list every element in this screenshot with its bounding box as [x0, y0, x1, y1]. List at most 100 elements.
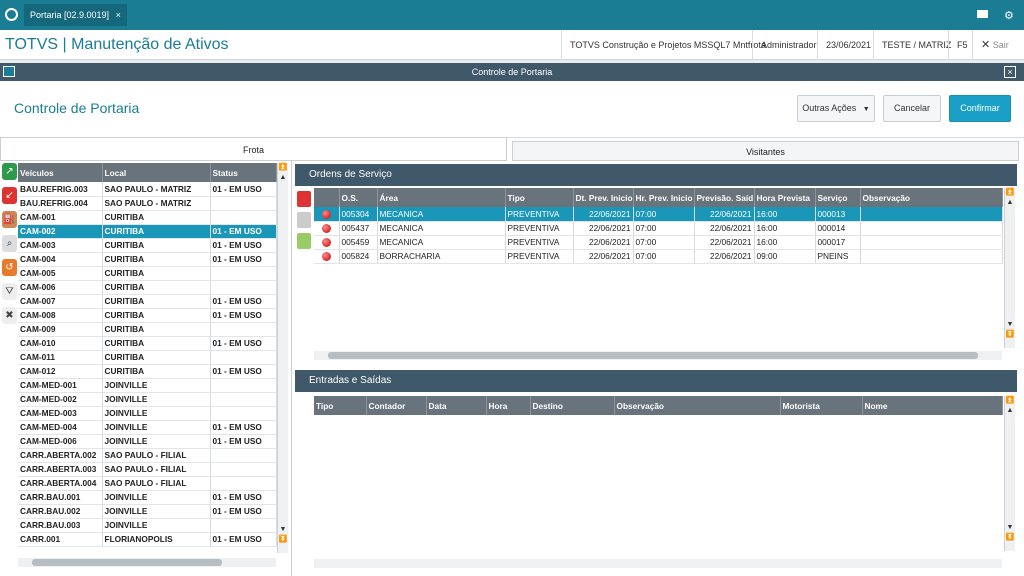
entries-column-header[interactable]: Contador [366, 396, 427, 415]
table-row[interactable]: CAM-007 CURITIBA 01 - EM USO [18, 294, 277, 309]
orders-column-header[interactable]: O.S. [339, 188, 378, 207]
gas-pump-icon[interactable]: ⛽ [2, 211, 17, 228]
table-row[interactable]: CAM-011 CURITIBA [18, 350, 277, 365]
table-cell: CURITIBA [102, 322, 211, 337]
scroll-down-icon[interactable]: ▼ [1005, 320, 1015, 330]
entries-column-header[interactable]: Nome [862, 396, 1003, 415]
scroll-bottom-icon[interactable]: ⏬ [1005, 330, 1015, 340]
table-row[interactable]: BAU.REFRIG.004 SAO PAULO - MATRIZ [18, 196, 277, 211]
table-row[interactable]: CAM-010 CURITIBA 01 - EM USO [18, 336, 277, 351]
tab-frota[interactable]: Frota [0, 137, 507, 161]
scroll-up-icon[interactable]: ▲ [278, 173, 288, 183]
table-row[interactable]: CARR.BAU.003 JOINVILLE [18, 518, 277, 533]
other-actions-button[interactable]: Outras Ações ▼ [797, 95, 875, 122]
entry-icon[interactable]: ↗ [2, 163, 17, 180]
entries-column-header[interactable]: Tipo [314, 396, 367, 415]
table-row[interactable]: CAM-MED-006 JOINVILLE 01 - EM USO [18, 434, 277, 449]
date-info[interactable]: 23/06/2021 [817, 30, 879, 60]
table-row[interactable]: CARR.ABERTA.002 SAO PAULO - FILIAL [18, 448, 277, 463]
stack-icon[interactable] [297, 212, 311, 228]
table-row[interactable]: CAM-005 CURITIBA [18, 266, 277, 281]
table-row[interactable]: 005437 MECANICA PREVENTIVA 22/06/2021 07:00 2… [314, 221, 1003, 236]
table-row[interactable]: CAM-003 CURITIBA 01 - EM USO [18, 238, 277, 253]
entries-column-header[interactable]: Destino [530, 396, 615, 415]
program-tab-close-icon[interactable]: × [116, 10, 121, 20]
mail-icon[interactable] [977, 10, 988, 18]
page-title: Controle de Portaria [14, 100, 140, 116]
orders-column-header[interactable]: Observação [860, 188, 1003, 207]
alert-icon[interactable] [297, 191, 311, 207]
scroll-bottom-icon[interactable]: ⏬ [278, 535, 288, 545]
orders-column-header[interactable]: Área [377, 188, 506, 207]
scroll-bottom-icon[interactable]: ⏬ [1005, 533, 1015, 543]
confirm-button[interactable]: Confirmar [949, 95, 1011, 122]
history-icon[interactable]: ↺ [2, 259, 17, 276]
scroll-top-icon[interactable]: ⏫ [1005, 188, 1015, 198]
entries-horizontal-scrollbar[interactable] [314, 559, 1002, 568]
orders-scroll-thumb[interactable] [328, 352, 978, 359]
entries-column-header[interactable]: Motorista [780, 396, 863, 415]
scroll-down-icon[interactable]: ▼ [278, 525, 288, 535]
table-row[interactable]: CARR.001 FLORIANOPOLIS 01 - EM USO [18, 532, 277, 547]
table-row[interactable]: CAM-009 CURITIBA [18, 322, 277, 337]
orders-column-header[interactable] [314, 188, 340, 207]
checklist-icon[interactable] [297, 233, 311, 249]
cancel-button[interactable]: Cancelar [883, 95, 941, 122]
table-row[interactable]: CAM-004 CURITIBA 01 - EM USO [18, 252, 277, 267]
entries-column-header[interactable]: Observação [614, 396, 781, 415]
table-row[interactable]: CARR.ABERTA.003 SAO PAULO - FILIAL [18, 462, 277, 477]
table-row[interactable]: CARR.ABERTA.004 SAO PAULO - FILIAL [18, 476, 277, 491]
table-row[interactable]: CAM-MED-004 JOINVILLE 01 - EM USO [18, 420, 277, 435]
fleet-vertical-scrollbar[interactable]: ⏫ ▲ ▼ ⏬ [277, 163, 288, 553]
table-row[interactable]: 005824 BORRACHARIA PREVENTIVA 22/06/2021 07:… [314, 249, 1003, 264]
table-row[interactable]: 005304 MECANICA PREVENTIVA 22/06/2021 07:00 2… [314, 207, 1003, 222]
table-row[interactable]: 005459 MECANICA PREVENTIVA 22/06/2021 07:00 2… [314, 235, 1003, 250]
orders-column-header[interactable]: Tipo [505, 188, 574, 207]
user-info[interactable]: Administrador [752, 30, 825, 60]
fleet-horizontal-scrollbar[interactable] [18, 558, 276, 567]
entries-column-header[interactable]: Hora [486, 396, 531, 415]
fleet-column-header[interactable]: Status [210, 163, 277, 182]
filter-icon[interactable]: ⛛ [2, 283, 17, 300]
totvs-logo-icon[interactable] [5, 8, 18, 21]
table-row[interactable]: CARR.BAU.001 JOINVILLE 01 - EM USO [18, 490, 277, 505]
gear-icon[interactable]: ⚙ [1004, 9, 1014, 22]
fleet-column-header[interactable]: Local [102, 163, 211, 182]
orders-vertical-scrollbar[interactable]: ⏫ ▲ ▼ ⏬ [1004, 188, 1015, 348]
table-row[interactable]: CAM-008 CURITIBA 01 - EM USO [18, 308, 277, 323]
search-icon[interactable]: ⌕ [2, 235, 17, 252]
table-row[interactable]: CAM-MED-003 JOINVILLE [18, 406, 277, 421]
orders-column-header[interactable]: Serviço [815, 188, 861, 207]
exit-button[interactable]: ✕ Sair [972, 30, 1017, 60]
table-cell [860, 235, 1003, 250]
table-row[interactable]: CARR.BAU.002 JOINVILLE 01 - EM USO [18, 504, 277, 519]
table-row[interactable]: CAM-012 CURITIBA 01 - EM USO [18, 364, 277, 379]
company-info[interactable]: TOTVS Construção e Projetos MSSQL7 Mntfr… [561, 30, 774, 60]
table-row[interactable]: CAM-002 CURITIBA 01 - EM USO [18, 224, 277, 239]
entries-vertical-scrollbar[interactable]: ⏫ ▲ ▼ ⏬ [1004, 396, 1015, 551]
table-row[interactable]: CAM-MED-002 JOINVILLE [18, 392, 277, 407]
orders-column-header[interactable]: Dt. Prev. Inicio [573, 188, 634, 207]
scroll-up-icon[interactable]: ▲ [1005, 198, 1015, 208]
entries-column-header[interactable]: Data [426, 396, 487, 415]
tools-icon[interactable]: ✖ [2, 307, 17, 324]
scroll-top-icon[interactable]: ⏫ [278, 163, 288, 173]
program-tab[interactable]: Portaria [02.9.0019] × [24, 4, 127, 26]
scroll-down-icon[interactable]: ▼ [1005, 523, 1015, 533]
branch-info[interactable]: TESTE / MATRIZ [873, 30, 959, 60]
fleet-scroll-thumb[interactable] [32, 559, 222, 566]
fleet-column-header[interactable]: Veículos [18, 163, 103, 182]
orders-column-header[interactable]: Hr. Prev. Inicio [633, 188, 695, 207]
exit-vehicle-icon[interactable]: ↙ [2, 187, 17, 204]
table-row[interactable]: CAM-006 CURITIBA [18, 280, 277, 295]
orders-horizontal-scrollbar[interactable] [314, 351, 1002, 360]
tab-visitantes[interactable]: Visitantes [512, 141, 1019, 161]
orders-column-header[interactable]: Hora Prevista [754, 188, 816, 207]
scroll-up-icon[interactable]: ▲ [1005, 406, 1015, 416]
table-row[interactable]: CAM-MED-001 JOINVILLE [18, 378, 277, 393]
orders-column-header[interactable]: Previsão. Saíd [694, 188, 755, 207]
dialog-close-icon[interactable]: × [1004, 66, 1016, 78]
table-row[interactable]: BAU.REFRIG.003 SAO PAULO - MATRIZ 01 - EM … [18, 182, 277, 197]
table-row[interactable]: CAM-001 CURITIBA [18, 210, 277, 225]
scroll-top-icon[interactable]: ⏫ [1005, 396, 1015, 406]
